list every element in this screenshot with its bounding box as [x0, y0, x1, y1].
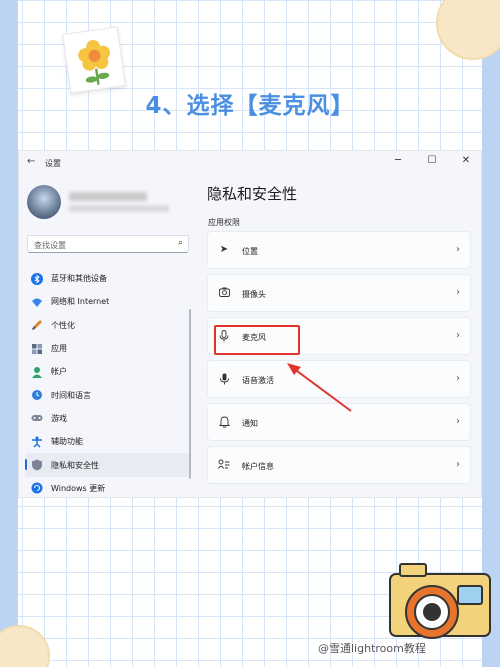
row-label: 摄像头 [242, 290, 266, 299]
sidebar-nav: 蓝牙和其他设备 网络和 Internet 个性化 应用 帐户 时间和语言 游戏 … [25, 267, 189, 497]
chevron-right-icon: › [456, 416, 460, 427]
sidebar-item-network[interactable]: 网络和 Internet [25, 290, 189, 313]
sidebar-item-label: 辅助功能 [51, 437, 83, 447]
avatar [27, 185, 61, 219]
chevron-right-icon: › [456, 373, 460, 384]
sidebar-item-label: 网络和 Internet [51, 297, 110, 307]
sidebar-item-label: 帐户 [51, 367, 67, 377]
sidebar-item-apps[interactable]: 应用 [25, 337, 189, 360]
minimize-button[interactable]: ─ [381, 151, 415, 171]
permission-row-location[interactable]: ➤ 位置 › [207, 231, 471, 269]
maximize-button[interactable]: ☐ [415, 151, 449, 171]
chevron-right-icon: › [456, 330, 460, 341]
sidebar-item-label: 个性化 [51, 320, 75, 330]
accessibility-icon [31, 436, 43, 448]
watermark: @雪通lightroom教程 [318, 642, 426, 655]
row-label: 帐户信息 [242, 462, 274, 471]
sidebar-item-personalization[interactable]: 个性化 [25, 314, 189, 337]
highlight-box [214, 325, 300, 355]
blurred-user-email [69, 205, 169, 212]
sidebar-item-label: 游戏 [51, 413, 67, 423]
title-bar: ← 设置 ─ ☐ ✕ [19, 151, 481, 175]
content-title: 隐私和安全性 [207, 185, 298, 203]
sidebar-item-label: 隐私和安全性 [51, 460, 99, 470]
section-label: 应用权限 [208, 218, 240, 227]
close-button[interactable]: ✕ [449, 151, 481, 171]
bell-icon [218, 416, 230, 431]
decorative-circle [436, 0, 500, 60]
chevron-right-icon: › [456, 287, 460, 298]
sidebar-item-time-language[interactable]: 时间和语言 [25, 383, 189, 406]
sidebar-item-bluetooth[interactable]: 蓝牙和其他设备 [25, 267, 189, 290]
camera-icon [218, 287, 230, 300]
sidebar-scrollbar[interactable] [189, 309, 191, 479]
shield-icon [31, 459, 43, 471]
brush-icon [31, 319, 43, 331]
sidebar-item-label: 时间和语言 [51, 390, 91, 400]
sidebar-item-accounts[interactable]: 帐户 [25, 360, 189, 383]
account-info-icon [218, 459, 230, 473]
flower-sticker [62, 26, 126, 94]
permission-row-account-info[interactable]: 帐户信息 › [207, 446, 471, 484]
row-label: 通知 [242, 419, 258, 428]
search-input[interactable]: 查找设置 ⌕ [27, 235, 189, 253]
apps-icon [31, 343, 43, 355]
app-title: 设置 [45, 159, 61, 168]
person-icon [31, 366, 43, 378]
search-placeholder: 查找设置 [34, 241, 66, 250]
gamepad-icon [31, 412, 43, 424]
row-label: 位置 [242, 247, 258, 256]
back-arrow-icon[interactable]: ← [27, 156, 35, 167]
chevron-right-icon: › [456, 459, 460, 470]
flower-icon [78, 39, 111, 85]
page-title: 4、选择【麦克风】 [145, 93, 355, 119]
red-arrow-icon [287, 363, 352, 412]
sidebar-item-accessibility[interactable]: 辅助功能 [25, 430, 189, 453]
sidebar-item-label: 蓝牙和其他设备 [51, 274, 107, 284]
bluetooth-icon [31, 272, 43, 285]
location-icon: ➤ [219, 244, 229, 255]
voice-icon [218, 373, 230, 388]
sidebar-item-privacy-security[interactable]: 隐私和安全性 [25, 453, 189, 477]
chevron-right-icon: › [456, 244, 460, 255]
sidebar-item-label: Windows 更新 [51, 483, 106, 493]
user-profile[interactable] [27, 185, 197, 221]
camera-sticker [389, 563, 491, 639]
decorative-circle [0, 625, 50, 667]
update-icon [31, 482, 43, 494]
window-controls: ─ ☐ ✕ [381, 151, 481, 171]
sidebar-item-label: 应用 [51, 344, 67, 354]
sidebar-item-gaming[interactable]: 游戏 [25, 407, 189, 430]
globe-clock-icon [31, 389, 43, 401]
sidebar-item-windows-update[interactable]: Windows 更新 [25, 477, 189, 497]
permission-row-camera[interactable]: 摄像头 › [207, 274, 471, 312]
wifi-icon [31, 296, 43, 308]
row-label: 语音激活 [242, 376, 274, 385]
search-icon: ⌕ [177, 238, 183, 248]
settings-window: ← 设置 ─ ☐ ✕ 查找设置 ⌕ 蓝牙和其他设备 网络和 Internet 个… [18, 150, 482, 498]
blurred-user-name [69, 192, 147, 201]
